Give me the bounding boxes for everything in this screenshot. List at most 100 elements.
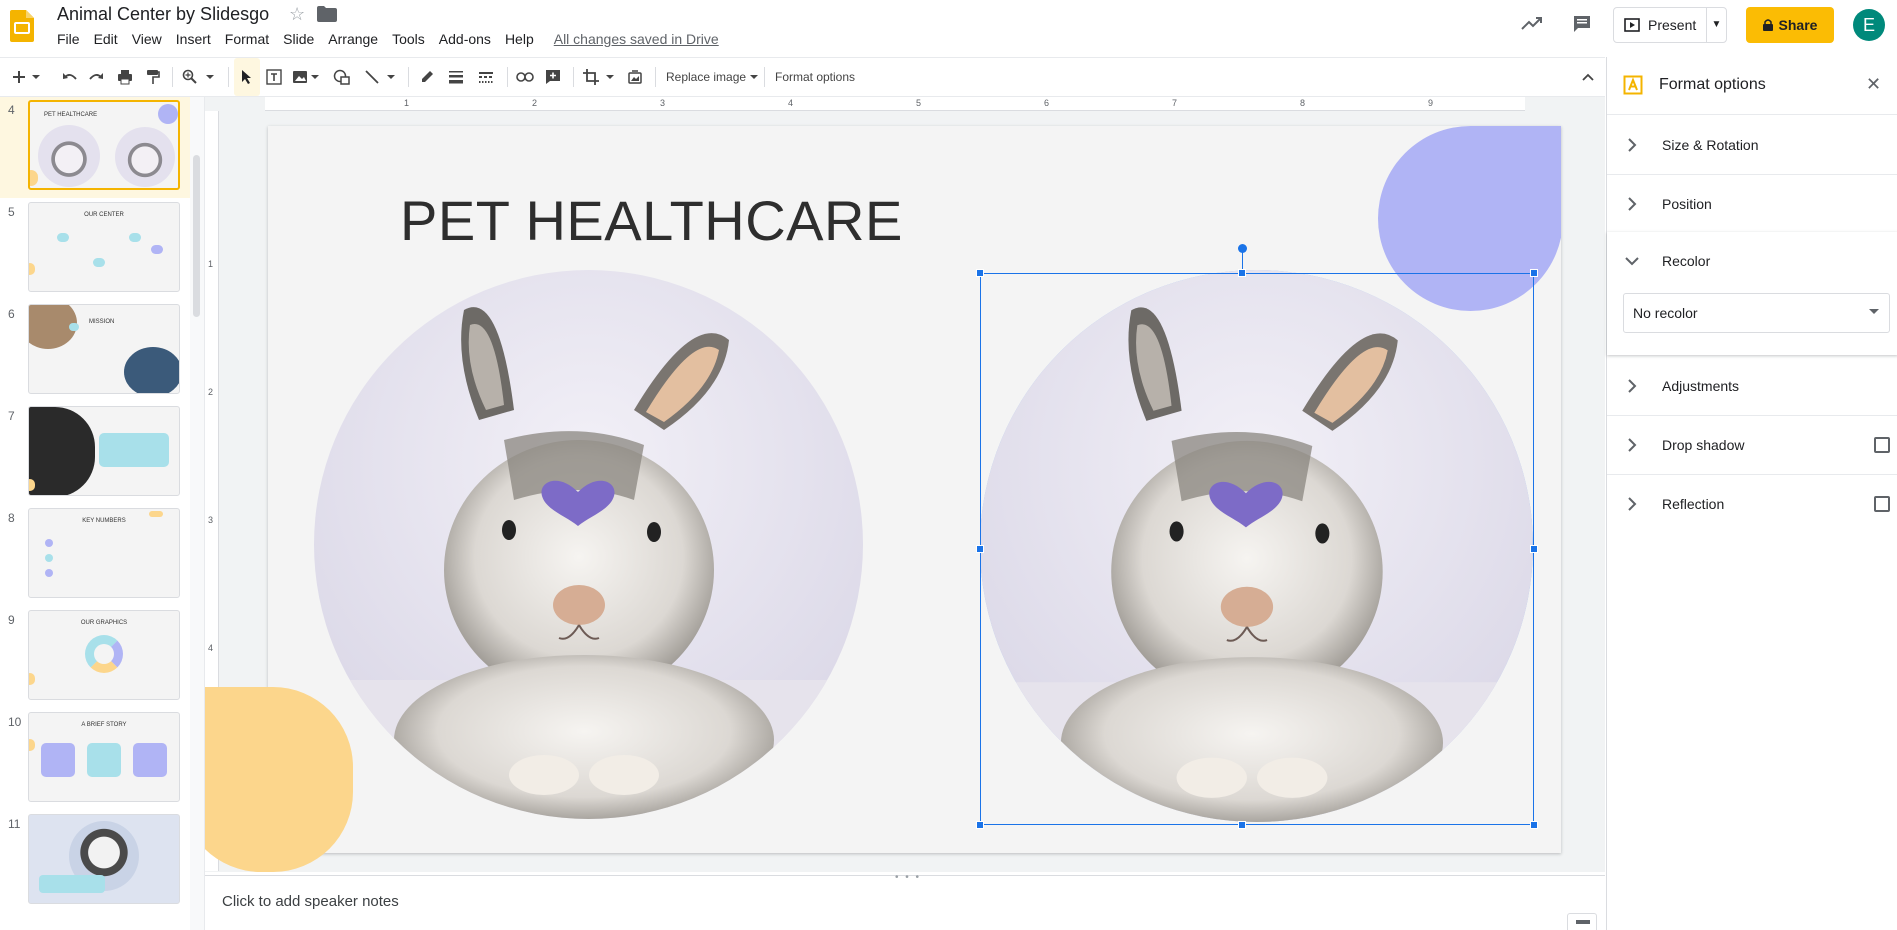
shape-button[interactable] [333, 58, 351, 96]
section-recolor-expanded: Recolor No recolor [1607, 232, 1897, 355]
menu-slide[interactable]: Slide [283, 31, 314, 47]
format-options-icon [1623, 75, 1643, 95]
text-box-button[interactable] [266, 58, 282, 96]
section-size-rotation[interactable]: Size & Rotation [1607, 116, 1897, 175]
share-button[interactable]: Share [1746, 7, 1834, 43]
menu-format[interactable]: Format [225, 31, 269, 47]
comments-icon[interactable] [1572, 14, 1592, 34]
border-dash-button[interactable] [478, 58, 494, 96]
ruler-label: 1 [208, 259, 214, 269]
save-status-link[interactable]: All changes saved in Drive [554, 31, 719, 47]
slide-thumbnail-7[interactable]: 7 [0, 403, 190, 504]
rotation-handle[interactable] [1238, 244, 1247, 253]
menu-view[interactable]: View [132, 31, 162, 47]
select-tool-button[interactable] [234, 58, 260, 96]
slide-thumbnail-11[interactable]: 11 [0, 811, 190, 912]
resize-handle-bottom-left[interactable] [976, 821, 984, 829]
border-dash-icon [479, 72, 493, 83]
section-adjustments[interactable]: Adjustments [1607, 357, 1897, 416]
menu-help[interactable]: Help [505, 31, 534, 47]
resize-handle-bottom-right[interactable] [1530, 821, 1538, 829]
slide-thumbnail-9[interactable]: 9 OUR GRAPHICS [0, 607, 190, 708]
insert-link-button[interactable] [516, 58, 534, 96]
close-icon[interactable]: ✕ [1866, 74, 1881, 95]
line-button[interactable] [364, 58, 396, 96]
notes-resize-grip[interactable]: • • • [895, 872, 921, 883]
format-options-button[interactable]: Format options [775, 58, 855, 96]
border-weight-button[interactable] [448, 58, 464, 96]
section-position[interactable]: Position [1607, 175, 1897, 234]
menu-insert[interactable]: Insert [176, 31, 211, 47]
filmstrip-scrollbar-thumb[interactable] [193, 155, 200, 317]
resize-handle-right[interactable] [1530, 545, 1538, 553]
slide-preview: A BRIEF STORY [28, 712, 180, 802]
folder-icon[interactable] [317, 6, 337, 22]
menu-file[interactable]: File [57, 31, 80, 47]
new-slide-button[interactable] [12, 58, 42, 96]
menu-arrange[interactable]: Arrange [328, 31, 378, 47]
slide-preview-shape [29, 673, 35, 685]
line-icon [365, 70, 379, 84]
chevron-right-icon [1628, 379, 1637, 393]
slide-preview: OUR CENTER [28, 202, 180, 292]
slide-canvas-area: 1 2 3 4 5 6 7 8 9 1 2 3 4 5 PET HEALTHCA… [205, 97, 1605, 872]
resize-handle-bottom[interactable] [1238, 821, 1246, 829]
insert-image-button[interactable] [292, 58, 320, 96]
chevron-right-icon [1628, 438, 1637, 452]
paint-format-button[interactable] [146, 58, 160, 96]
replace-image-button[interactable]: Replace image [666, 58, 759, 96]
chevron-right-icon [1628, 197, 1637, 211]
resize-handle-top[interactable] [1238, 269, 1246, 277]
print-button[interactable] [117, 58, 133, 96]
bunny-image-left[interactable] [314, 270, 863, 819]
speaker-notes[interactable]: • • • Click to add speaker notes [205, 872, 1605, 930]
resize-handle-top-right[interactable] [1530, 269, 1538, 277]
present-button[interactable]: Present ▼ [1613, 7, 1727, 43]
slides-logo-icon[interactable] [10, 10, 34, 42]
reset-image-button[interactable] [627, 58, 643, 96]
speaker-notes-placeholder[interactable]: Click to add speaker notes [222, 893, 399, 910]
activity-trend-icon[interactable] [1521, 15, 1543, 31]
section-drop-shadow[interactable]: Drop shadow [1607, 416, 1897, 475]
star-icon[interactable]: ☆ [289, 4, 305, 25]
decorative-yellow-blob[interactable] [205, 687, 353, 872]
account-avatar[interactable]: E [1853, 9, 1885, 41]
slide-preview-shape [30, 170, 38, 186]
document-title[interactable]: Animal Center by Slidesgo [57, 4, 269, 25]
menu-addons[interactable]: Add-ons [439, 31, 491, 47]
slide-thumbnail-5[interactable]: 5 OUR CENTER [0, 199, 190, 300]
slide-preview-title: OUR CENTER [84, 212, 124, 218]
slide-preview-shape [129, 233, 141, 242]
redo-button[interactable] [88, 58, 104, 96]
border-color-button[interactable] [419, 58, 435, 96]
drop-shadow-checkbox[interactable] [1874, 437, 1890, 453]
slide-thumbnail-8[interactable]: 8 KEY NUMBERS [0, 505, 190, 606]
add-comment-button[interactable] [545, 58, 561, 96]
recolor-dropdown[interactable]: No recolor [1623, 293, 1890, 333]
reflection-checkbox[interactable] [1874, 496, 1890, 512]
slide-preview-shape [45, 539, 53, 547]
slide-title[interactable]: PET HEALTHCARE [400, 188, 903, 253]
zoom-button[interactable] [182, 58, 216, 96]
explore-button[interactable] [1567, 913, 1597, 930]
slide-preview-shape [29, 263, 35, 275]
collapse-toolbar-button[interactable] [1582, 58, 1594, 96]
horizontal-ruler[interactable]: 1 2 3 4 5 6 7 8 9 [265, 97, 1525, 111]
present-dropdown-caret-icon[interactable]: ▼ [1706, 8, 1726, 42]
slide-preview-shape [45, 569, 53, 577]
section-recolor[interactable]: Recolor [1607, 232, 1897, 291]
shapes-icon [333, 69, 350, 85]
slide-thumbnail-4[interactable]: 4 PET HEALTHCARE [0, 97, 190, 198]
cursor-arrow-icon [242, 70, 251, 84]
slide-number: 4 [8, 103, 15, 117]
slide-thumbnail-10[interactable]: 10 A BRIEF STORY [0, 709, 190, 810]
crop-image-button[interactable] [583, 58, 615, 96]
slide-thumbnail-6[interactable]: 6 MISSION [0, 301, 190, 402]
toolbar-divider [507, 67, 508, 87]
menu-tools[interactable]: Tools [392, 31, 425, 47]
undo-button[interactable] [62, 58, 78, 96]
resize-handle-left[interactable] [976, 545, 984, 553]
section-reflection[interactable]: Reflection [1607, 475, 1897, 534]
resize-handle-top-left[interactable] [976, 269, 984, 277]
menu-edit[interactable]: Edit [94, 31, 118, 47]
